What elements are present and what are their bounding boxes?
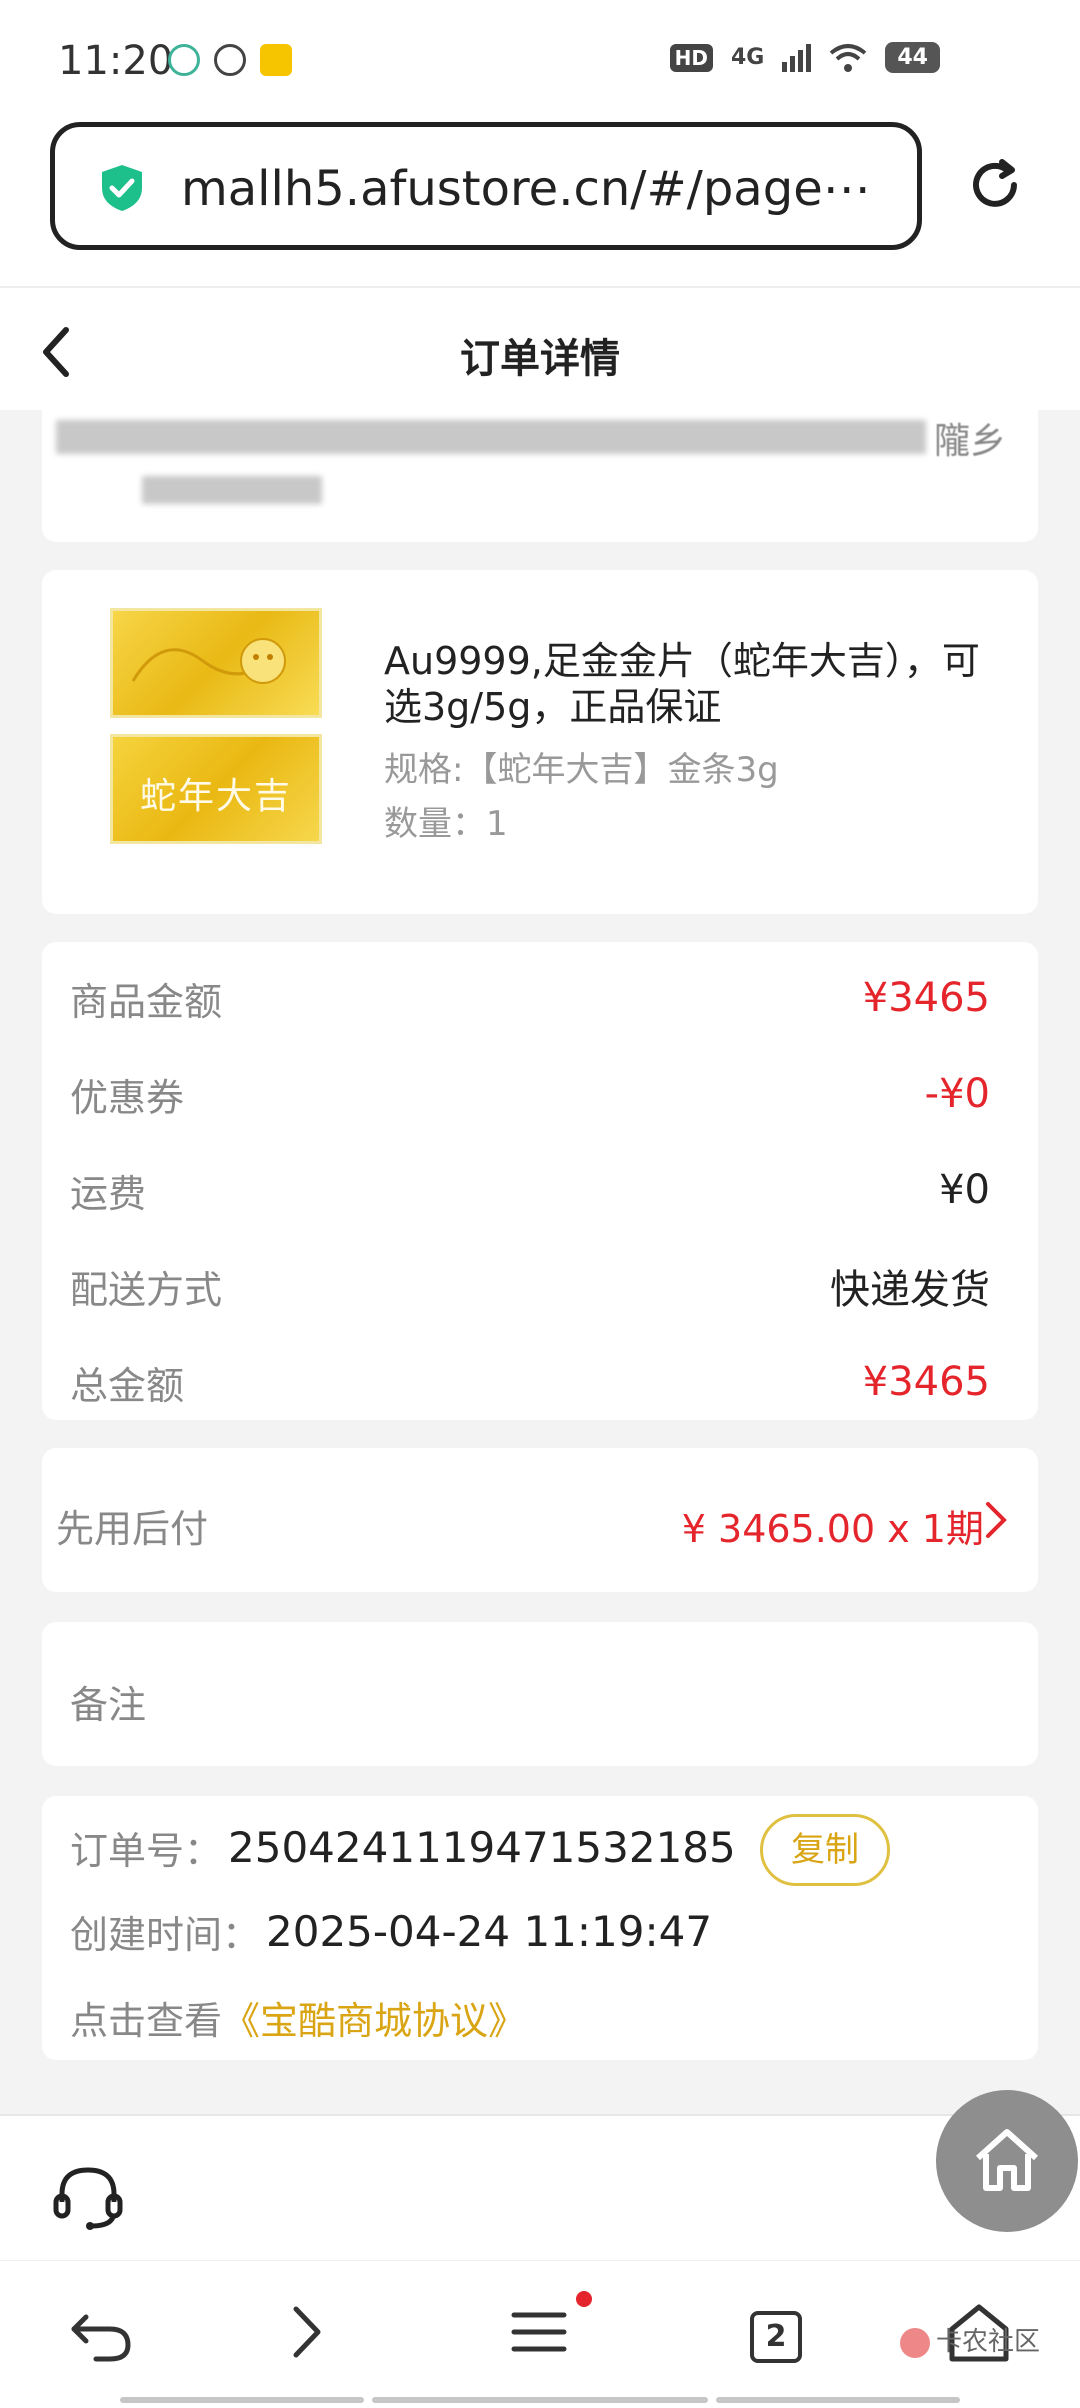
browser-toolbar: mallh5.afustore.cn/#/page⋯ xyxy=(0,118,1080,286)
price-row-total: 总金额 ¥3465 xyxy=(70,1352,990,1412)
customer-service-icon[interactable] xyxy=(52,2162,124,2234)
order-number: 2504241119471532185 xyxy=(228,1823,736,1872)
home-floating-button[interactable] xyxy=(936,2090,1078,2232)
wifi-icon xyxy=(830,43,867,72)
watermark-logo-icon xyxy=(900,2327,930,2358)
watermark: 卡农社区 xyxy=(900,2321,1040,2358)
price-label: 运费 xyxy=(70,1171,147,1216)
notification-dot xyxy=(576,2291,592,2307)
address-bar[interactable]: mallh5.afustore.cn/#/page⋯ xyxy=(50,122,922,250)
price-label: 商品金额 xyxy=(70,979,223,1024)
address-tail: 隴乡 xyxy=(934,421,1007,462)
browser-nav-bar: 2 卡农社区 xyxy=(0,2260,1080,2408)
gesture-bar xyxy=(716,2397,960,2403)
price-value: ¥0 xyxy=(939,1167,990,1213)
chevron-right-icon xyxy=(986,1502,1007,1538)
price-row-coupon[interactable]: 优惠券 -¥0 xyxy=(70,1064,990,1124)
order-number-row: 订单号： 2504241119471532185 xyxy=(70,1820,736,1875)
product-image: 蛇年大吉 xyxy=(110,608,322,844)
gesture-bar xyxy=(120,2397,364,2403)
snake-pattern-icon xyxy=(131,638,286,684)
battery-indicator: 44 xyxy=(885,42,940,73)
pay-later-value: ¥ 3465.00 x 1期 xyxy=(681,1507,984,1551)
hd-badge: HD xyxy=(669,43,713,72)
pay-later-card[interactable]: 先用后付 ¥ 3465.00 x 1期 xyxy=(42,1448,1038,1592)
order-info-card: 订单号： 2504241119471532185 复制 创建时间： 2025-0… xyxy=(42,1796,1038,2060)
price-value: 快递发货 xyxy=(830,1267,990,1313)
price-value: ¥3465 xyxy=(862,1359,990,1405)
created-time-label: 创建时间： xyxy=(70,1913,261,1957)
bottom-action-bar xyxy=(0,2114,1080,2260)
remark-label: 备注 xyxy=(70,1683,147,1727)
gold-bar-top-image xyxy=(110,608,322,718)
gold-bar-text: 蛇年大吉 xyxy=(139,776,292,817)
page-title: 订单详情 xyxy=(460,336,620,382)
price-summary-card: 商品金额 ¥3465 优惠券 -¥0 运费 ¥0 配送方式 快递发货 总金额 ¥… xyxy=(42,942,1038,1420)
tabs-button[interactable]: 2 xyxy=(750,2311,802,2363)
order-number-label: 订单号： xyxy=(70,1829,223,1873)
app-notification-icon xyxy=(214,44,246,76)
status-indicators: HD 4G 44 xyxy=(669,42,940,73)
page-header: 订单详情 xyxy=(0,286,1080,410)
blurred-address-line xyxy=(56,420,926,454)
price-row-shipping: 运费 ¥0 xyxy=(70,1160,990,1220)
home-icon xyxy=(975,2129,1039,2191)
forward-icon[interactable] xyxy=(272,2297,342,2367)
created-time: 2025-04-24 11:19:47 xyxy=(266,1907,713,1956)
address-card[interactable]: 隴乡 xyxy=(42,410,1038,542)
product-name: Au9999,足金金片（蛇年大吉），可选3g/5g，正品保证 xyxy=(384,639,980,729)
agreement-prefix: 点击查看 xyxy=(70,1999,223,2043)
agreement-link[interactable]: 《宝酷商城协议》 xyxy=(222,1990,526,2045)
price-value: ¥3465 xyxy=(862,975,990,1021)
status-time: 11:20 xyxy=(58,38,174,84)
price-label: 配送方式 xyxy=(70,1267,223,1312)
remark-card[interactable]: 备注 xyxy=(42,1622,1038,1766)
network-type: 4G xyxy=(731,45,765,70)
menu-icon[interactable] xyxy=(504,2297,574,2367)
pay-later-label: 先用后付 xyxy=(56,1507,209,1551)
app-notification-icon xyxy=(168,44,200,76)
blurred-address-line xyxy=(142,476,322,504)
created-time-row: 创建时间： 2025-04-24 11:19:47 xyxy=(70,1904,712,1959)
secure-shield-icon xyxy=(102,165,142,211)
url-text: mallh5.afustore.cn/#/page⋯ xyxy=(181,161,871,217)
reload-icon[interactable] xyxy=(962,152,1028,218)
product-card[interactable]: 蛇年大吉 Au9999,足金金片（蛇年大吉），可选3g/5g，正品保证 规格:【… xyxy=(42,570,1038,914)
gold-bar-bottom-image: 蛇年大吉 xyxy=(110,734,322,844)
gesture-bar xyxy=(372,2397,708,2403)
price-value: -¥0 xyxy=(924,1071,990,1117)
product-spec: 规格:【蛇年大吉】金条3g xyxy=(384,750,779,790)
price-row-goods: 商品金额 ¥3465 xyxy=(70,968,990,1028)
undo-back-icon[interactable] xyxy=(66,2297,136,2367)
copy-button[interactable]: 复制 xyxy=(760,1814,890,1886)
signal-icon xyxy=(782,43,812,72)
watermark-text: 卡农社区 xyxy=(936,2327,1041,2357)
price-label: 总金额 xyxy=(70,1363,185,1408)
status-app-icons xyxy=(168,44,292,76)
product-quantity: 数量：1 xyxy=(384,804,508,844)
price-row-delivery: 配送方式 快递发货 xyxy=(70,1256,990,1316)
price-label: 优惠券 xyxy=(70,1075,185,1120)
agreement-row: 点击查看 《宝酷商城协议》 xyxy=(70,1990,526,2045)
app-notification-icon xyxy=(260,44,292,76)
status-bar: 11:20 HD 4G 44 xyxy=(0,0,1080,118)
